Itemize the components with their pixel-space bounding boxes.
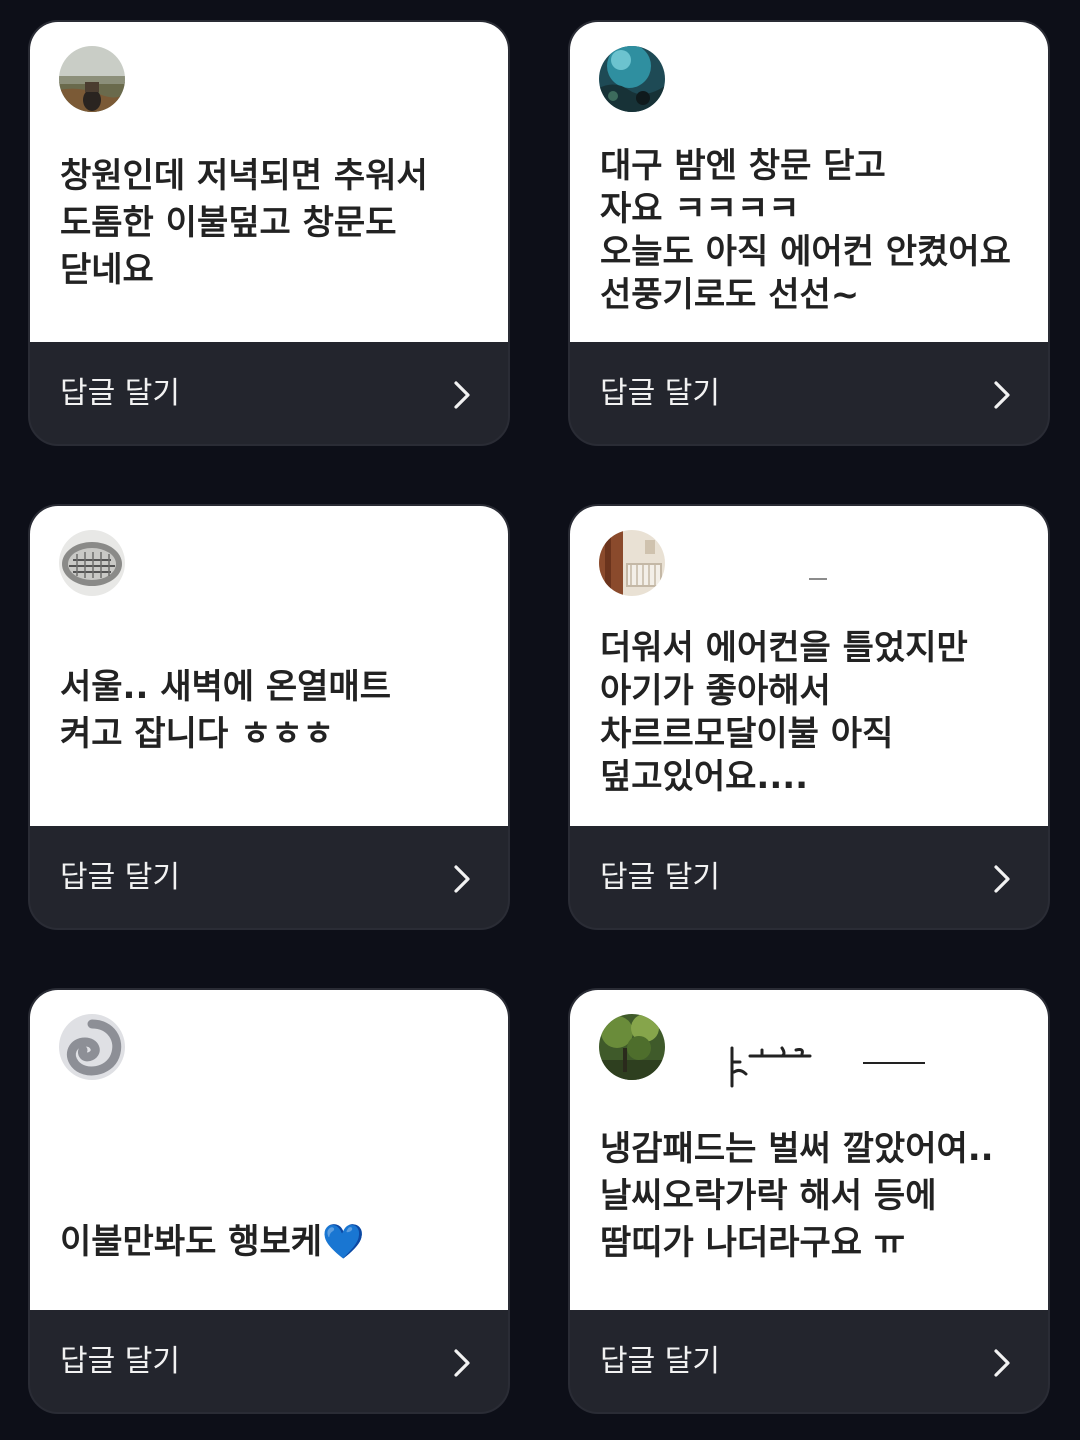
reply-button[interactable]: 답글 달기 <box>570 826 1048 928</box>
reply-label: 답글 달기 <box>60 376 180 411</box>
username-mark <box>809 578 827 580</box>
comment-text: 대구 밤엔 창문 닫고 자요 ㅋㅋㅋㅋ 오늘도 아직 에어컨 안켰어요 선풍기로… <box>600 146 1011 315</box>
reply-label: 답글 달기 <box>600 376 720 411</box>
chevron-right-icon <box>994 1349 1010 1377</box>
forest-photo-avatar-icon <box>599 1014 665 1080</box>
username-mark <box>863 1062 925 1064</box>
comment-text: 서울.. 새벽에 온열매트 켜고 잡니다 ㅎㅎㅎ <box>60 667 392 754</box>
reply-label: 답글 달기 <box>60 860 180 895</box>
chevron-right-icon <box>994 865 1010 893</box>
avatar[interactable] <box>599 46 665 112</box>
avatar[interactable] <box>59 46 125 112</box>
comment-content: 서울.. 새벽에 온열매트 켜고 잡니다 ㅎㅎㅎ <box>30 506 508 826</box>
field-photo-avatar-icon <box>59 46 125 112</box>
chevron-right-icon <box>454 1349 470 1377</box>
comment-card: 더워서 에어컨을 틀었지만 아기가 좋아해서 차르르모달이불 아직 덮고있어요.… <box>568 504 1050 930</box>
chevron-right-icon <box>994 381 1010 409</box>
comment-text: 더워서 에어컨을 틀었지만 아기가 좋아해서 차르르모달이불 아직 덮고있어요.… <box>600 628 968 797</box>
username-mark <box>730 1046 812 1088</box>
comment-content: 대구 밤엔 창문 닫고 자요 ㅋㅋㅋㅋ 오늘도 아직 에어컨 안켰어요 선풍기로… <box>570 22 1048 342</box>
reply-button[interactable]: 답글 달기 <box>570 1310 1048 1412</box>
comment-content: 더워서 에어컨을 틀었지만 아기가 좋아해서 차르르모달이불 아직 덮고있어요.… <box>570 506 1048 826</box>
building-photo-avatar-icon <box>59 530 125 596</box>
comment-card: 냉감패드는 벌써 깔았어여.. 날씨오락가락 해서 등에 땀띠가 나더라구요 ㅠ… <box>568 988 1050 1414</box>
avatar[interactable] <box>599 530 665 596</box>
reply-label: 답글 달기 <box>600 860 720 895</box>
comment-content: 이불만봐도 행보케💙 <box>30 990 508 1310</box>
comment-content: 창원인데 저녁되면 추워서 도톰한 이불덮고 창문도 닫네요 <box>30 22 508 342</box>
chevron-right-icon <box>454 381 470 409</box>
comment-card: 대구 밤엔 창문 닫고 자요 ㅋㅋㅋㅋ 오늘도 아직 에어컨 안켰어요 선풍기로… <box>568 20 1050 446</box>
avatar[interactable] <box>59 1014 125 1080</box>
swirl-avatar-icon <box>59 1014 125 1080</box>
reply-label: 답글 달기 <box>600 1344 720 1379</box>
comment-card: 창원인데 저녁되면 추워서 도톰한 이불덮고 창문도 닫네요 답글 달기 <box>28 20 510 446</box>
avatar[interactable] <box>599 1014 665 1080</box>
reply-label: 답글 달기 <box>60 1344 180 1379</box>
reply-button[interactable]: 답글 달기 <box>30 342 508 444</box>
avatar[interactable] <box>59 530 125 596</box>
comment-text: 창원인데 저녁되면 추워서 도톰한 이불덮고 창문도 닫네요 <box>60 156 428 290</box>
chevron-right-icon <box>454 865 470 893</box>
comment-text: 이불만봐도 행보케💙 <box>60 1172 484 1266</box>
comment-content: 냉감패드는 벌써 깔았어여.. 날씨오락가락 해서 등에 땀띠가 나더라구요 ㅠ <box>570 990 1048 1310</box>
comment-card: 이불만봐도 행보케💙 답글 달기 <box>28 988 510 1414</box>
aquarium-photo-avatar-icon <box>599 46 665 112</box>
reply-button[interactable]: 답글 달기 <box>30 1310 508 1412</box>
blue-heart-emoji-icon: 💙 <box>322 1222 365 1262</box>
reply-button[interactable]: 답글 달기 <box>570 342 1048 444</box>
reply-button[interactable]: 답글 달기 <box>30 826 508 928</box>
comment-text-content: 이불만봐도 행보케 <box>60 1222 323 1262</box>
comment-text: 냉감패드는 벌써 깔았어여.. 날씨오락가락 해서 등에 땀띠가 나더라구요 ㅠ <box>600 1129 994 1263</box>
room-photo-avatar-icon <box>599 530 665 596</box>
comment-card: 서울.. 새벽에 온열매트 켜고 잡니다 ㅎㅎㅎ 답글 달기 <box>28 504 510 930</box>
